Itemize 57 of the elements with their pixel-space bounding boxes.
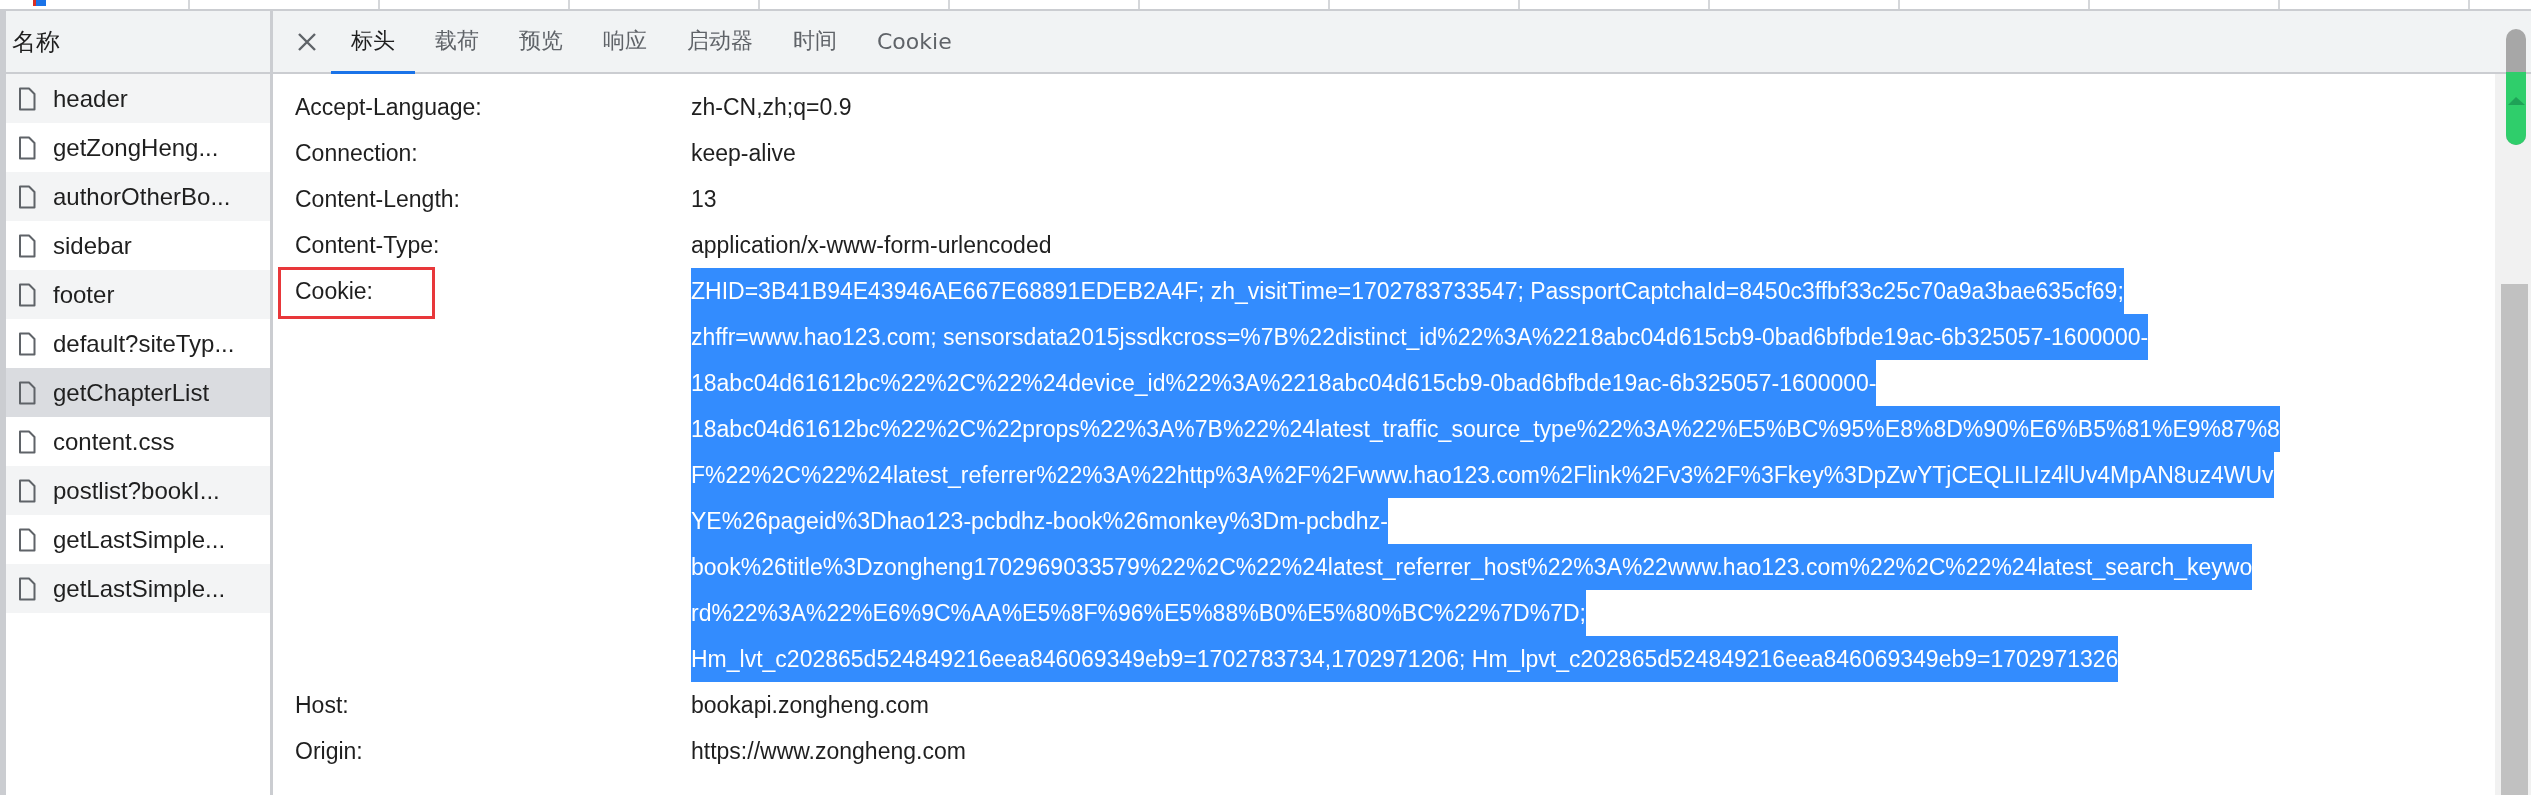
header-value: bookapi.zongheng.com <box>691 691 929 720</box>
file-icon <box>18 576 36 601</box>
header-value: 18abc04d61612bc%22%2C%22props%22%3A%7B%22%24latest_traffic_source_type%22%3A%22%E5%BC%95%E8%8D%90%E6%B5%81%E9%87%8 <box>691 406 2280 452</box>
request-item[interactable]: getLastSimple... <box>6 515 270 564</box>
file-icon <box>18 233 36 258</box>
file-icon <box>18 86 36 111</box>
header-value: Hm_lvt_c202865d524849216eea846069349eb9=1702783734,1702971206; Hm_lpvt_c202865d524849216eea846069349eb9=1702971326 <box>691 636 2119 682</box>
file-icon <box>18 135 36 160</box>
tab[interactable]: 响应 <box>583 11 667 74</box>
tab[interactable]: 预览 <box>499 11 583 74</box>
header-name: Content-Type: <box>295 232 440 258</box>
request-item[interactable]: header <box>6 74 270 123</box>
header-value: book%26title%3Dzongheng1702969033579%22%2C%22%24latest_referrer_host%22%3A%22www.hao123.com%22%2C%22%24latest_search_keywo <box>691 544 2253 590</box>
header-value: 18abc04d61612bc%22%2C%22%24device_id%22%3A%2218abc04d615cb9-0bad6bfbde19ac-6b325057-1600000- <box>691 360 1877 406</box>
request-item[interactable]: postlist?bookI... <box>6 466 270 515</box>
header-name: Accept-Language: <box>295 94 482 120</box>
file-icon <box>18 331 36 356</box>
header-value: zhffr=www.hao123.com; sensorsdata2015jssdkcross=%7B%22distinct_id%22%3A%2218abc04d615cb9-0bad6bfbde19ac-6b325057-1600000- <box>691 314 2149 360</box>
header-value: keep-alive <box>691 139 796 168</box>
request-item[interactable]: getLastSimple... <box>6 564 270 613</box>
scrollbar-thumb[interactable] <box>2501 284 2528 795</box>
gauge-icon <box>2503 27 2529 147</box>
file-icon <box>18 184 36 209</box>
tab[interactable]: 时间 <box>773 11 857 74</box>
tab[interactable]: Cookie <box>857 11 972 74</box>
close-icon <box>297 31 317 52</box>
file-icon <box>18 282 36 307</box>
header-value: 13 <box>691 185 717 214</box>
tab[interactable]: 启动器 <box>667 11 773 74</box>
header-value: F%22%2C%22%24latest_referrer%22%3A%22http%3A%2F%2Fwww.hao123.com%2Flink%2Fv3%2F%3Fkey%3DpZwYTjCEQLILIz4lUv4MpAN8uz4WUv <box>691 452 2274 498</box>
header-name: Connection: <box>295 140 418 166</box>
file-icon <box>18 380 36 405</box>
file-icon <box>18 429 36 454</box>
request-item[interactable]: content.css <box>6 417 270 466</box>
request-item[interactable]: getZongHeng... <box>6 123 270 172</box>
header-name: Origin: <box>295 738 363 764</box>
header-value: zh-CN,zh;q=0.9 <box>691 93 852 122</box>
header-value: rd%22%3A%22%E6%9C%AA%E5%8F%96%E5%88%B0%E5%80%BC%22%7D%7D; <box>691 590 1586 636</box>
header-value: ZHID=3B41B94E43946AE667E68891EDEB2A4F; zh_visitTime=1702783733547; PassportCaptchaId=8450c3ffbf33c25c70a9a3bae635cf69; <box>691 268 2124 314</box>
request-item[interactable]: sidebar <box>6 221 270 270</box>
request-item[interactable]: default?siteTyp... <box>6 319 270 368</box>
tab[interactable]: 载荷 <box>415 11 499 74</box>
column-header[interactable]: 名称 <box>6 11 270 74</box>
header-value: https://www.zongheng.com <box>691 737 966 766</box>
file-icon <box>18 478 36 503</box>
file-icon <box>18 527 36 552</box>
header-name: Content-Length: <box>295 186 460 212</box>
request-item[interactable]: footer <box>6 270 270 319</box>
header-value: YE%26pageid%3Dhao123-pcbdhz-book%26monkey%3Dm-pcbdhz- <box>691 498 1388 544</box>
request-item[interactable]: getChapterList <box>6 368 270 417</box>
header-name: Host: <box>295 692 349 718</box>
header-value: application/x-www-form-urlencoded <box>691 231 1052 260</box>
request-item[interactable]: authorOtherBo... <box>6 172 270 221</box>
scrollbar[interactable] <box>2495 74 2531 795</box>
waterfall-bar-icon <box>33 0 46 6</box>
tab[interactable]: 标头 <box>331 11 415 74</box>
header-name: Cookie: <box>295 278 373 304</box>
